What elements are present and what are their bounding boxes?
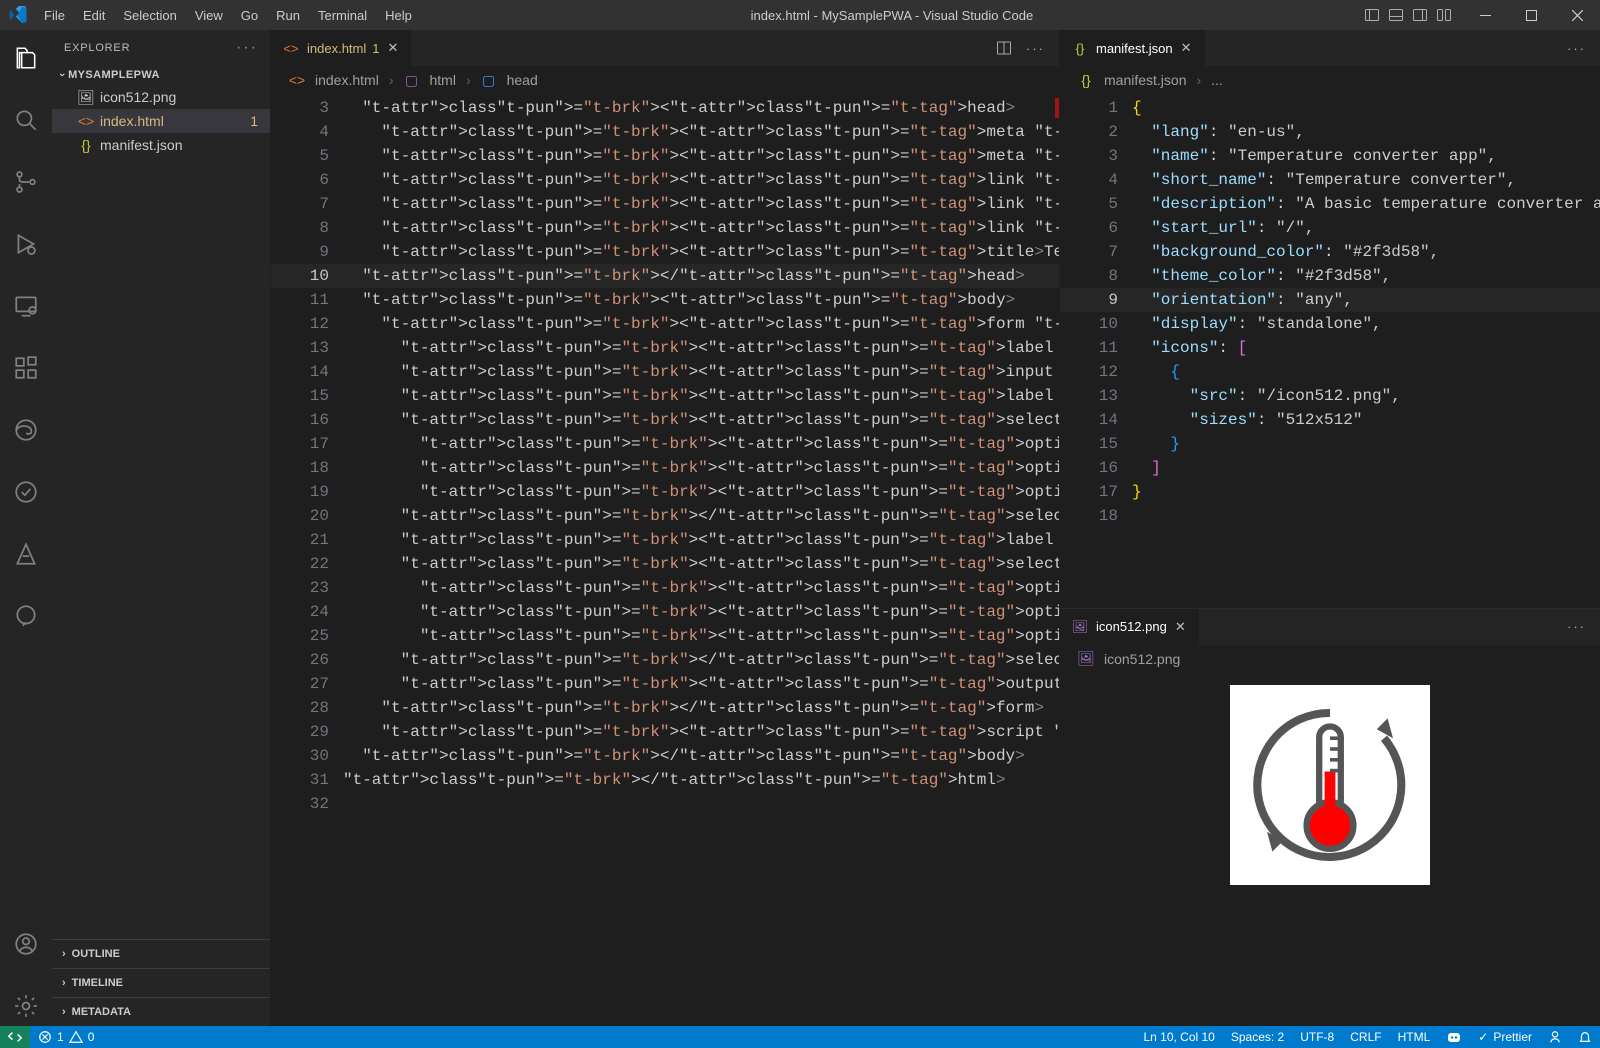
remote-explorer-icon[interactable] — [0, 286, 52, 326]
file-tree: 🖼 icon512.png <> index.html 1 {} manifes… — [52, 85, 270, 939]
file-item-image[interactable]: 🖼 icon512.png — [52, 85, 270, 109]
search-icon[interactable] — [0, 100, 52, 140]
minimize-button[interactable] — [1462, 0, 1508, 30]
accounts-icon[interactable] — [0, 924, 52, 964]
tab-icon512[interactable]: 🖼 icon512.png ✕ — [1060, 609, 1199, 645]
explorer-title: EXPLORER — [64, 42, 130, 54]
image-file-icon: 🖼 — [1072, 619, 1088, 635]
settings-gear-icon[interactable] — [0, 986, 52, 1026]
menu-help[interactable]: Help — [377, 4, 420, 27]
breadcrumb-right-top[interactable]: {}manifest.json ›... — [1060, 66, 1600, 94]
menu-go[interactable]: Go — [233, 4, 266, 27]
explorer-more-icon[interactable]: ··· — [236, 39, 258, 57]
prettier-status[interactable]: ✓ Prettier — [1470, 1026, 1540, 1048]
editor-group-left: <> index.html 1 ✕ ··· <>index.html › ▢ht… — [271, 30, 1060, 1026]
breadcrumb-left[interactable]: <>index.html › ▢html › ▢head — [271, 66, 1059, 94]
copilot-icon[interactable] — [1438, 1026, 1470, 1048]
more-actions-icon[interactable]: ··· — [1026, 41, 1045, 56]
folder-root[interactable]: › MYSAMPLEPWA — [52, 65, 270, 85]
layout-icon[interactable] — [1436, 7, 1452, 23]
feedback-icon[interactable] — [1540, 1026, 1570, 1048]
outline-section[interactable]: ›OUTLINE — [52, 939, 270, 968]
language-mode[interactable]: HTML — [1390, 1026, 1439, 1048]
menu-view[interactable]: View — [187, 4, 231, 27]
metadata-section[interactable]: ›METADATA — [52, 997, 270, 1026]
tab-manifest-json[interactable]: {} manifest.json ✕ — [1060, 30, 1205, 66]
explorer-icon[interactable] — [0, 38, 52, 78]
run-debug-icon[interactable] — [0, 224, 52, 264]
close-icon[interactable]: ✕ — [1175, 619, 1186, 635]
tabs-left: <> index.html 1 ✕ ··· — [271, 30, 1059, 66]
titlebar: File Edit Selection View Go Run Terminal… — [0, 0, 1600, 30]
source-control-icon[interactable] — [0, 162, 52, 202]
chat-icon[interactable] — [0, 596, 52, 636]
line-gutter: 3456789101112131415161718192021222324252… — [271, 94, 343, 1026]
close-button[interactable] — [1554, 0, 1600, 30]
html-file-icon: <> — [283, 41, 299, 56]
problems-indicator[interactable]: 1 0 — [30, 1026, 102, 1048]
editor-left[interactable]: 3456789101112131415161718192021222324252… — [271, 94, 1059, 1026]
testing-icon[interactable] — [0, 472, 52, 512]
file-item-json[interactable]: {} manifest.json — [52, 133, 270, 157]
json-file-icon: {} — [78, 137, 94, 153]
menu-run[interactable]: Run — [268, 4, 308, 27]
close-icon[interactable]: ✕ — [387, 40, 398, 56]
vscode-logo-icon — [0, 6, 36, 24]
tabs-right-bottom: 🖼 icon512.png ✕ ··· — [1060, 609, 1600, 645]
extensions-icon[interactable] — [0, 348, 52, 388]
breadcrumb-right-bottom[interactable]: 🖼icon512.png — [1060, 645, 1600, 673]
icon-preview — [1230, 685, 1430, 885]
menu-edit[interactable]: Edit — [75, 4, 113, 27]
azure-icon[interactable] — [0, 534, 52, 574]
menu-selection[interactable]: Selection — [115, 4, 184, 27]
main-menu: File Edit Selection View Go Run Terminal… — [36, 4, 420, 27]
timeline-section[interactable]: ›TIMELINE — [52, 968, 270, 997]
notifications-icon[interactable] — [1570, 1026, 1600, 1048]
window-title: index.html - MySamplePWA - Visual Studio… — [420, 8, 1364, 23]
activity-bar — [0, 30, 52, 1026]
layout-icon[interactable] — [1364, 7, 1380, 23]
modified-indicator: 1 — [372, 41, 379, 56]
remote-indicator[interactable] — [0, 1026, 30, 1048]
editor-right-top[interactable]: 123456789101112131415161718 { "lang": "e… — [1060, 94, 1600, 608]
window-controls — [1462, 0, 1600, 30]
close-icon[interactable]: ✕ — [1181, 40, 1192, 56]
status-bar: 1 0 Ln 10, Col 10 Spaces: 2 UTF-8 CRLF H… — [0, 1026, 1600, 1048]
menu-terminal[interactable]: Terminal — [310, 4, 375, 27]
encoding[interactable]: UTF-8 — [1292, 1026, 1342, 1048]
json-file-icon: {} — [1072, 41, 1088, 56]
layout-icon[interactable] — [1388, 7, 1404, 23]
more-actions-icon[interactable]: ··· — [1567, 619, 1586, 634]
maximize-button[interactable] — [1508, 0, 1554, 30]
image-file-icon: 🖼 — [78, 89, 94, 106]
file-item-html[interactable]: <> index.html 1 — [52, 109, 270, 133]
eol[interactable]: CRLF — [1342, 1026, 1389, 1048]
layout-icon[interactable] — [1412, 7, 1428, 23]
tabs-right-top: {} manifest.json ✕ ··· — [1060, 30, 1600, 66]
html-file-icon: <> — [78, 113, 94, 129]
menu-file[interactable]: File — [36, 4, 73, 27]
image-preview[interactable] — [1060, 673, 1600, 1026]
sidebar: EXPLORER ··· › MYSAMPLEPWA 🖼 icon512.png… — [52, 30, 271, 1026]
cursor-position[interactable]: Ln 10, Col 10 — [1135, 1026, 1222, 1048]
layout-controls — [1364, 7, 1462, 23]
more-actions-icon[interactable]: ··· — [1567, 41, 1586, 56]
indentation[interactable]: Spaces: 2 — [1223, 1026, 1292, 1048]
split-editor-icon[interactable] — [996, 40, 1012, 56]
tab-index-html[interactable]: <> index.html 1 ✕ — [271, 30, 411, 66]
edge-icon[interactable] — [0, 410, 52, 450]
